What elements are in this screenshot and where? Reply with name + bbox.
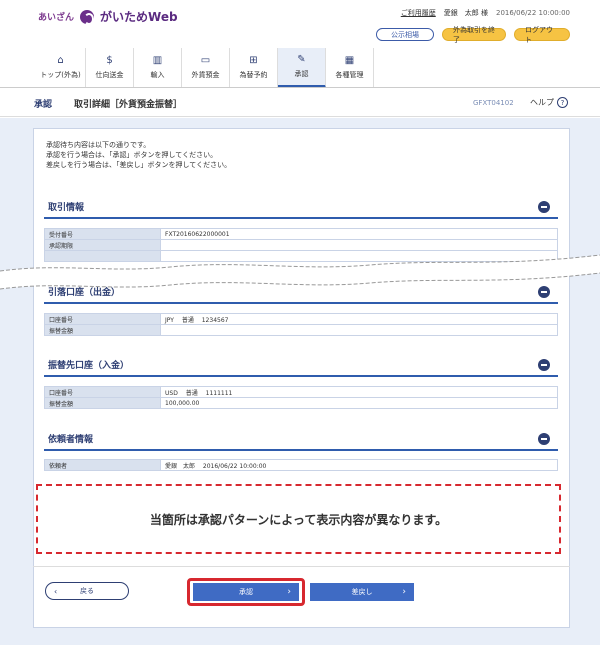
user-info-bar: ご利用履歴 愛銀 太郎 様 2016/06/22 10:00:00 [401,8,570,18]
section-title-transaction: 取引情報 [48,203,85,213]
nav-item-remittance[interactable]: $ 仕向送金 [86,48,134,88]
row-value: JPY 普通 1234567 [160,313,558,325]
row-value: 愛銀 太郎 2016/06/22 10:00:00 [160,459,558,471]
back-button[interactable]: ‹ 戻る [45,582,129,600]
row-label: 振替金額 [44,324,161,336]
logout-button[interactable]: ログアウト [514,26,570,44]
header-buttons: 公示相場 外為取引を終了 ログアウト [376,26,570,44]
approve-button[interactable]: 承認 › [193,583,299,601]
requester-table: 依頼者 愛銀 太郎 2016/06/22 10:00:00 [44,459,558,471]
table-row: 口座番号 JPY 普通 1234567 [44,313,558,325]
button-divider [33,566,570,567]
nav-item-forward[interactable]: ⊞ 為替予約 [230,48,278,88]
row-label: 振替金額 [44,397,161,409]
bank-logo: あいざん がいためWeb [38,8,178,25]
page-title: 取引詳細［外貨預金振替］ [74,100,183,110]
table-row: 依頼者 愛銀 太郎 2016/06/22 10:00:00 [44,459,558,471]
collapse-icon[interactable] [538,433,550,445]
reject-label: 差戻し [351,588,373,596]
collapse-icon[interactable] [538,359,550,371]
chevron-left-icon: ‹ [54,586,58,596]
collapse-icon[interactable] [538,286,550,298]
nav-label: 各種管理 [335,71,364,79]
login-datetime: 2016/06/22 10:00:00 [495,9,570,17]
intro-line: 差戻しを行う場合は、「差戻し」ボタンを押してください。 [46,161,232,169]
intro-text: 承認待ち内容は以下の通りです。 承認を行う場合は、「承認」ボタンを押してください… [46,140,231,170]
chevron-right-icon: › [287,587,291,597]
home-icon: ⌂ [57,55,64,66]
table-row: 振替金額 100,000.00 [44,397,558,409]
nav-label: 仕向送金 [95,71,124,79]
nav-item-top[interactable]: ⌂ トップ(外為) [36,48,86,88]
help-link[interactable]: ヘルプ ? [530,97,568,108]
admin-icon: ▦ [344,55,355,66]
help-icon: ? [557,97,568,108]
nav-item-import[interactable]: ▥ 輸入 [134,48,182,88]
logo-small-text: あいざん [38,13,75,23]
screen-code: GFXT04102 [473,99,514,107]
nav-label: 輸入 [150,71,165,79]
back-label: 戻る [80,587,94,595]
help-label: ヘルプ [530,98,554,107]
nav-item-deposit[interactable]: ▭ 外貨預金 [182,48,230,88]
remittance-icon: $ [106,55,113,66]
user-name: 愛銀 太郎 様 [443,9,488,17]
nav-divider [0,87,600,88]
row-value: USD 普通 1111111 [160,386,558,398]
row-value: FXT20160622000001 [160,228,558,240]
nav-label: 為替予約 [239,71,268,79]
breadcrumb-section: 承認 [34,100,53,110]
approve-label: 承認 [239,588,253,596]
row-label: 口座番号 [44,313,161,325]
main-nav: ⌂ トップ(外為) $ 仕向送金 ▥ 輸入 ▭ 外貨預金 ⊞ 為替予約 ✎ 承認… [36,48,374,88]
nav-item-admin[interactable]: ▦ 各種管理 [326,48,374,88]
section-title-credit: 振替先口座（入金） [48,361,130,371]
logo-text: がいためWeb [100,10,178,24]
section-divider [44,375,558,377]
rates-button[interactable]: 公示相場 [376,28,434,41]
section-title-debit: 引落口座（出金） [48,288,121,298]
section-divider [44,449,558,451]
nav-label: トップ(外為) [40,71,81,79]
table-row: 受付番号 FXT20160622000001 [44,228,558,240]
table-row: 振替金額 [44,324,558,336]
pattern-note: 当箇所は承認パターンによって表示内容が異なります。 [36,484,561,554]
end-fx-button[interactable]: 外為取引を終了 [442,26,506,44]
row-label: 受付番号 [44,228,161,240]
nav-label: 承認 [294,69,309,78]
row-value [160,324,558,336]
intro-line: 承認を行う場合は、「承認」ボタンを押してください。 [46,151,218,159]
chevron-right-icon: › [402,587,406,597]
nav-label: 外貨預金 [191,71,220,79]
table-row: 口座番号 USD 普通 1111111 [44,386,558,398]
import-icon: ▥ [152,55,163,66]
row-label: 依頼者 [44,459,161,471]
intro-line: 承認待ち内容は以下の通りです。 [46,141,151,149]
credit-table: 口座番号 USD 普通 1111111 振替金額 100,000.00 [44,386,558,409]
section-title-requester: 依頼者情報 [48,435,94,445]
deposit-icon: ▭ [200,55,211,66]
section-divider [44,302,558,304]
logo-icon [80,9,95,25]
forward-icon: ⊞ [249,55,258,66]
reject-button[interactable]: 差戻し › [310,583,414,601]
row-value: 100,000.00 [160,397,558,409]
section-divider [44,217,558,219]
collapse-icon[interactable] [538,201,550,213]
history-link[interactable]: ご利用履歴 [401,8,436,18]
nav-item-approve[interactable]: ✎ 承認 [278,48,326,88]
breadcrumb: 承認 取引詳細［外貨預金振替］ GFXT04102 ヘルプ ? [0,89,600,117]
debit-table: 口座番号 JPY 普通 1234567 振替金額 [44,313,558,336]
approve-icon: ✎ [297,53,306,65]
row-label: 口座番号 [44,386,161,398]
